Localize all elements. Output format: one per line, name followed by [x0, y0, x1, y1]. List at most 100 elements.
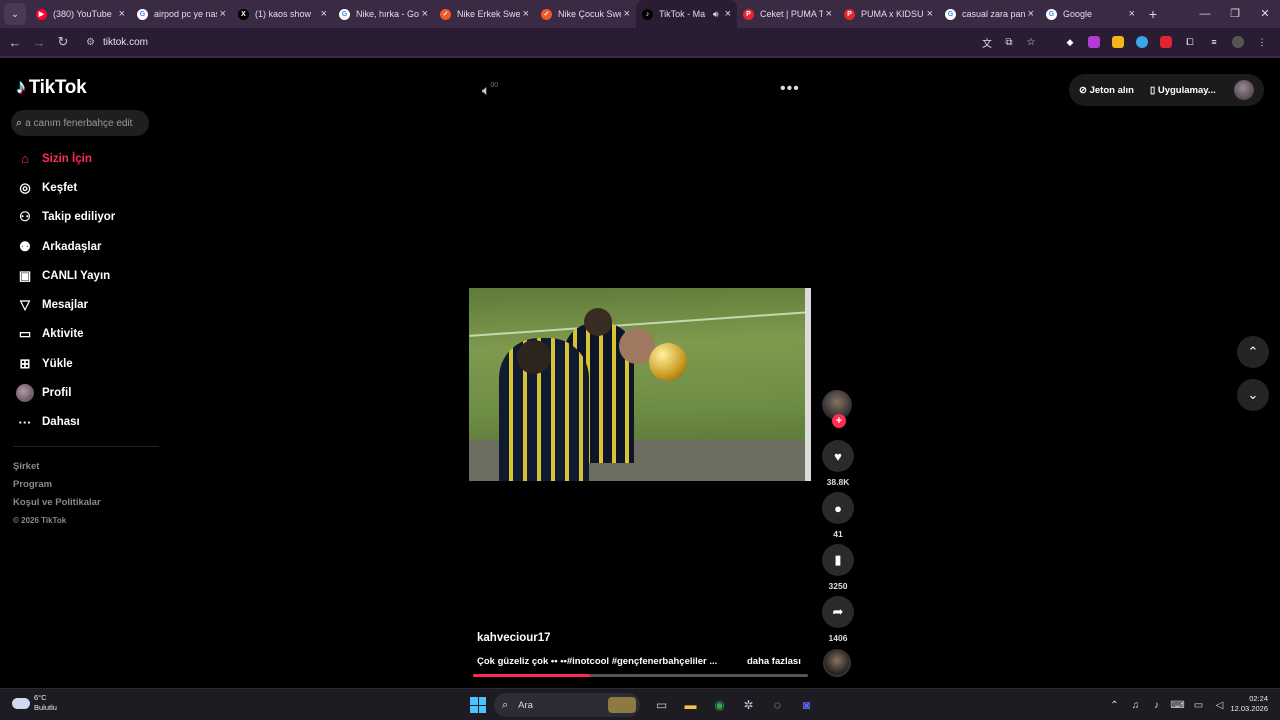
browser-tab[interactable]: G Google ×	[1040, 0, 1141, 28]
video-progress-bar[interactable]	[473, 674, 808, 677]
share-icon[interactable]: ➦	[822, 596, 854, 628]
close-tab-icon[interactable]: ×	[1129, 8, 1135, 20]
bookmark-icon[interactable]: ▮	[822, 544, 854, 576]
google-icon: G	[1046, 8, 1057, 20]
back-button[interactable]: ←	[3, 35, 27, 50]
new-tab-button[interactable]: +	[1141, 6, 1165, 22]
close-window-button[interactable]: ✕	[1250, 0, 1280, 28]
extensions-puzzle-icon[interactable]: ⧠	[1178, 34, 1202, 50]
weather-widget[interactable]: 6°C Bulutlu	[12, 693, 57, 713]
close-tab-icon[interactable]: ×	[927, 8, 933, 20]
footer-link-company[interactable]: Şirket	[13, 458, 101, 476]
browser-tab[interactable]: X (1) kaos show ×	[232, 0, 333, 28]
extension-yellow-icon[interactable]	[1106, 34, 1130, 50]
url-field[interactable]: ⚙ tiktok.com	[80, 31, 1044, 53]
sidebar-item-9[interactable]: Profil	[14, 378, 115, 407]
keyboard-icon[interactable]: ⌨	[1167, 700, 1188, 711]
browser-tab[interactable]: ✓ Nike Çocuk Swea×	[535, 0, 636, 28]
see-more-link[interactable]: daha fazlası	[747, 656, 801, 667]
get-app-button[interactable]: ▯ Uygulamay...	[1150, 85, 1216, 96]
forward-button[interactable]: →	[27, 35, 51, 50]
close-tab-icon[interactable]: ×	[624, 8, 630, 20]
browser-tab[interactable]: ▶ (380) YouTube ×	[30, 0, 131, 28]
microphone-icon[interactable]: ♪	[1146, 700, 1167, 711]
sidebar-item-5[interactable]: ▣ CANLI Yayın	[14, 261, 115, 290]
sidebar-item-1[interactable]: ⌂ Sizin İçin	[14, 144, 115, 173]
taskbar-clock[interactable]: 02:24 12.03.2026	[1228, 694, 1268, 714]
headset-icon[interactable]: ♫	[1125, 700, 1146, 711]
browser-tab[interactable]: ♪ TikTok - Ma 🔊︎ ×	[636, 0, 737, 28]
task-view-icon[interactable]: ▭	[647, 693, 676, 717]
sidebar-item-3[interactable]: ⚇ Takip ediliyor	[14, 203, 115, 232]
display-icon[interactable]: ▭	[1188, 700, 1209, 711]
install-app-icon[interactable]: ⧉	[998, 37, 1020, 48]
video-author[interactable]: kahveciour17	[477, 632, 551, 644]
sidebar-item-6[interactable]: ▽ Mesajlar	[14, 290, 115, 319]
sidebar-item-2[interactable]: ◎ Keşfet	[14, 173, 115, 202]
start-button[interactable]	[470, 697, 486, 713]
sidebar-nav: ⌂ Sizin İçin ◎ Keşfet ⚇ Takip ediliyor ⚉ Arkada…	[14, 144, 115, 437]
close-tab-icon[interactable]: ×	[826, 8, 832, 20]
site-info-icon[interactable]: ⚙	[86, 37, 95, 48]
browser-menu-icon[interactable]: ⋮	[1250, 34, 1274, 50]
reading-list-icon[interactable]: ≡	[1202, 34, 1226, 50]
previous-video-button[interactable]: ⌃	[1237, 336, 1269, 368]
video-edge	[805, 288, 811, 481]
tray-overflow-icon[interactable]: ⌃	[1104, 700, 1125, 711]
chrome-icon[interactable]: ◉	[705, 693, 734, 717]
upload-icon: ⊞	[19, 355, 31, 371]
minimize-button[interactable]: —	[1190, 0, 1220, 28]
tab-search-button[interactable]: ⌄	[4, 3, 26, 25]
video-player[interactable]	[469, 288, 811, 481]
profile-avatar-icon[interactable]	[1226, 34, 1250, 50]
footer-link-program[interactable]: Program	[13, 476, 101, 494]
sidebar-item-7[interactable]: ▭ Aktivite	[14, 320, 115, 349]
music-disc[interactable]	[823, 649, 851, 677]
opera-gx-icon[interactable]: ◌	[763, 693, 792, 717]
search-input[interactable]: ⌕ a canım fenerbahçe edit	[11, 110, 149, 136]
user-avatar[interactable]	[1234, 80, 1254, 100]
close-tab-icon[interactable]: ×	[1028, 8, 1034, 20]
like-action: ♥ 38.8K	[821, 440, 855, 487]
close-tab-icon[interactable]: ×	[523, 8, 529, 20]
sidebar-item-10[interactable]: ··· Dahası	[14, 408, 115, 437]
browser-tab[interactable]: Gairpod pc ye nasıl×	[131, 0, 232, 28]
sidebar-item-4[interactable]: ⚉ Arkadaşlar	[14, 232, 115, 261]
footer-link-terms[interactable]: Koşul ve Politikalar	[13, 494, 101, 512]
translate-icon[interactable]: 文	[976, 35, 998, 50]
comment-icon[interactable]: ●	[822, 492, 854, 524]
volume-icon[interactable]: 🔈︎00	[482, 82, 498, 99]
close-tab-icon[interactable]: ×	[321, 8, 327, 20]
maximize-button[interactable]: ❐	[1220, 0, 1250, 28]
close-tab-icon[interactable]: ×	[119, 8, 125, 20]
video-more-options-icon[interactable]: •••	[780, 80, 800, 98]
speaker-icon[interactable]: ◁	[1209, 700, 1230, 711]
sidebar-item-label: Dahası	[42, 416, 80, 429]
discord-icon[interactable]: ◙	[792, 693, 821, 717]
extension-purple-icon[interactable]	[1082, 34, 1106, 50]
get-coins-button[interactable]: ⊘ Jeton alın	[1079, 85, 1134, 96]
next-video-button[interactable]: ⌄	[1237, 379, 1269, 411]
close-tab-icon[interactable]: ×	[725, 8, 731, 20]
file-explorer-icon[interactable]: ▬	[676, 693, 705, 717]
extension-red-icon[interactable]	[1154, 34, 1178, 50]
activity-icon: ▭	[18, 326, 32, 342]
browser-tab[interactable]: G Nike, hırka - Goo ×	[333, 0, 434, 28]
heart-icon[interactable]: ♥	[822, 440, 854, 472]
close-tab-icon[interactable]: ×	[422, 8, 428, 20]
browser-tab[interactable]: Gcasual zara pantol×	[939, 0, 1040, 28]
tiktok-logo[interactable]: ♪ TikTok	[16, 76, 87, 99]
follow-plus-icon[interactable]: +	[832, 414, 846, 428]
sidebar-item-8[interactable]: ⊞ Yükle	[14, 349, 115, 378]
bookmark-star-icon[interactable]: ☆	[1020, 37, 1042, 48]
reload-button[interactable]: ↻	[51, 34, 75, 50]
browser-tab[interactable]: P PUMA x KIDSUPE×	[838, 0, 939, 28]
browser-tab[interactable]: ✓ Nike Erkek Swea ×	[434, 0, 535, 28]
taskbar-search[interactable]: ⌕ Ara	[494, 693, 640, 717]
extension-diamond-icon[interactable]: ◆	[1058, 34, 1082, 50]
tab-audio-icon[interactable]: 🔊︎	[713, 9, 719, 20]
extension-blue-icon[interactable]	[1130, 34, 1154, 50]
browser-tab[interactable]: P Ceket | PUMA Tü ×	[737, 0, 838, 28]
close-tab-icon[interactable]: ×	[220, 8, 226, 20]
steam-icon[interactable]: ✲	[734, 693, 763, 717]
